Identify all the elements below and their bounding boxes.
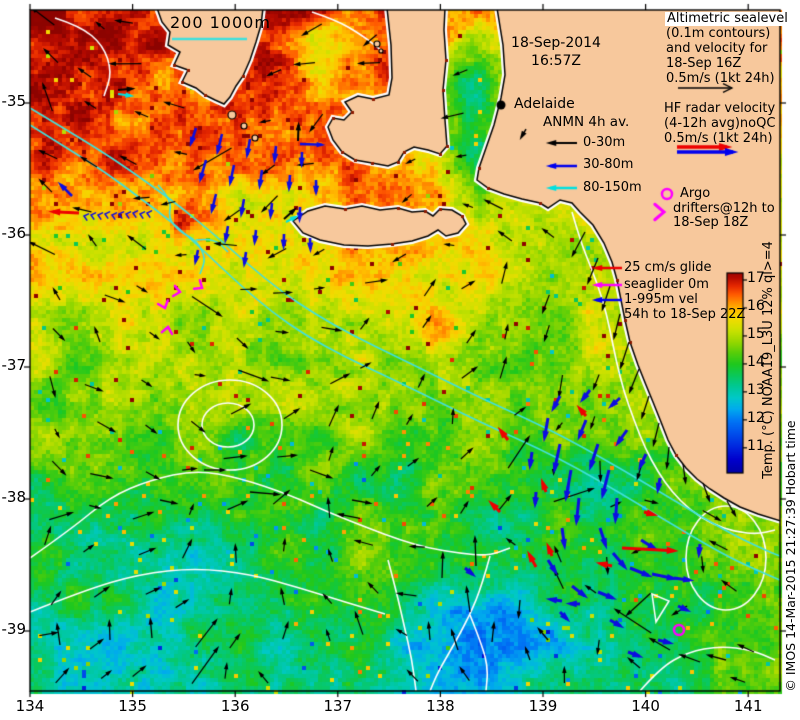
hf-legend-line1: HF radar velocity <box>664 101 776 116</box>
glider-legend-line1: 25 cm/s glide <box>624 260 712 275</box>
anmn-legend-title: ANMN 4h av. <box>543 114 630 130</box>
depth-contour-scalebar-label: 200 1000m <box>170 13 271 32</box>
map-time: 16:57Z <box>531 53 581 69</box>
x-axis-tick-label: 139 <box>528 697 558 715</box>
hf-legend-line2: (4-12h avg)noQC <box>664 116 776 131</box>
x-axis-tick-label: 134 <box>15 697 45 715</box>
city-label-adelaide: Adelaide <box>514 96 575 112</box>
alt-legend-line4: 18-Sep 16Z <box>666 56 742 71</box>
alt-legend-line5: 0.5m/s (1kt 24h) <box>666 71 775 86</box>
alt-legend-line1: Altimetric sealevel <box>665 11 790 26</box>
x-axis-tick-label: 137 <box>323 697 353 715</box>
colorbar-tick-label: 17 <box>747 269 765 286</box>
y-axis-tick-label: -36 <box>1 224 27 242</box>
x-axis-tick-label: 135 <box>118 697 147 715</box>
colorbar-tick-label: 14 <box>747 353 765 370</box>
colorbar-tick-label: 16 <box>747 297 765 314</box>
anmn-legend-item-80-150m: 80-150m <box>583 180 642 195</box>
glider-legend-line2: seaglider 0m <box>624 277 709 292</box>
x-axis-tick-label: 136 <box>220 697 250 715</box>
x-axis-tick-label: 140 <box>631 697 660 715</box>
drifter-legend-line2: 18-Sep 18Z <box>673 215 749 230</box>
argo-legend-label: Argo <box>680 186 711 201</box>
colorbar-tick-label: 12 <box>747 409 765 426</box>
sst-map-figure: 200 1000m 18-Sep-2014 16:57Z Adelaide AN… <box>0 0 800 720</box>
credit-text: © IMOS 14-Mar-2015 21:27:39 Hobart time <box>783 420 798 692</box>
alt-legend-line2: (0.1m contours) <box>666 26 771 41</box>
anmn-legend-item-0-30m: 0-30m <box>583 135 626 150</box>
drifter-legend-line1: drifters@12h to <box>673 201 775 216</box>
y-axis-tick-label: -38 <box>1 488 27 506</box>
glider-legend-line4: 54h to 18-Sep 22Z <box>624 307 746 322</box>
hf-legend-line3: 0.5m/s (1kt 24h) <box>664 131 773 146</box>
y-axis-tick-label: -37 <box>1 356 27 374</box>
y-axis-tick-label: -35 <box>1 92 27 110</box>
colorbar-tick-label: 13 <box>747 381 765 398</box>
colorbar-tick-label: 15 <box>747 325 765 342</box>
colorbar-tick-label: 11 <box>747 437 765 454</box>
alt-legend-line3: and velocity for <box>666 41 768 56</box>
glider-legend-line3: 1-995m vel <box>624 292 698 307</box>
x-axis-tick-label: 141 <box>733 697 763 715</box>
anmn-legend-item-30-80m: 30-80m <box>583 157 634 172</box>
x-axis-tick-label: 138 <box>426 697 455 715</box>
y-axis-tick-label: -39 <box>1 620 27 638</box>
map-date: 18-Sep-2014 <box>511 35 601 51</box>
